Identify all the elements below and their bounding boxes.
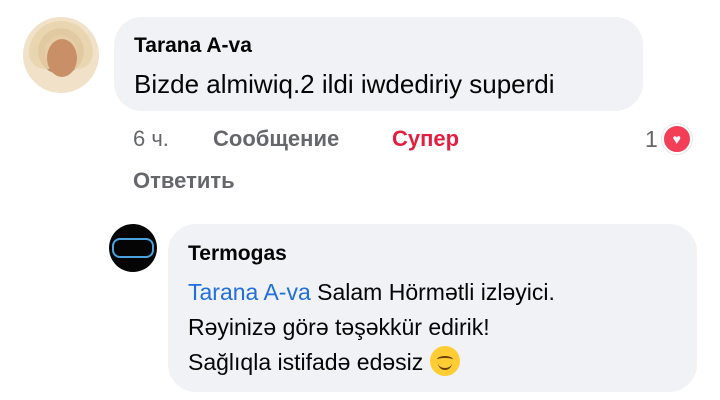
mention-link[interactable]: Tarana A-va	[188, 279, 311, 305]
comment-timestamp[interactable]: 6 ч.	[133, 126, 169, 152]
reply-bubble: Termogas Tarana A-va Salam Hörmətli izlə…	[168, 224, 697, 392]
reaction-summary[interactable]: 1 ♥	[645, 124, 692, 154]
heart-icon: ♥	[661, 124, 692, 154]
smiling-face-icon	[429, 346, 460, 376]
page-avatar[interactable]	[109, 224, 157, 272]
reply-line-3: Sağlıqla istifadə edəsiz	[188, 345, 555, 380]
commenter-avatar[interactable]	[23, 17, 99, 93]
comment-bubble: Tarana A-va Bizde almiwiq.2 ildi iwdedir…	[114, 17, 643, 111]
termogas-logo-icon	[112, 238, 154, 258]
super-reaction-button[interactable]: Супер	[392, 126, 459, 152]
comment-text: Bizde almiwiq.2 ildi iwdediriy superdi	[134, 69, 555, 99]
avatar-face	[47, 39, 77, 77]
reply-line-1: Tarana A-va Salam Hörmətli izləyici.	[188, 275, 555, 310]
reaction-count: 1	[645, 125, 658, 152]
reply-text: Tarana A-va Salam Hörmətli izləyici. Rəy…	[188, 275, 555, 380]
reply-line-1-rest: Salam Hörmətli izləyici.	[310, 279, 555, 305]
reply-author[interactable]: Termogas	[188, 242, 287, 266]
reply-line-3-text: Sağlıqla istifadə edəsiz	[188, 349, 430, 375]
message-button[interactable]: Сообщение	[213, 126, 339, 152]
comment-author[interactable]: Tarana A-va	[134, 34, 252, 58]
reply-line-2: Rəyinizə görə təşəkkür edirik!	[188, 314, 490, 340]
reply-button[interactable]: Ответить	[133, 168, 235, 194]
